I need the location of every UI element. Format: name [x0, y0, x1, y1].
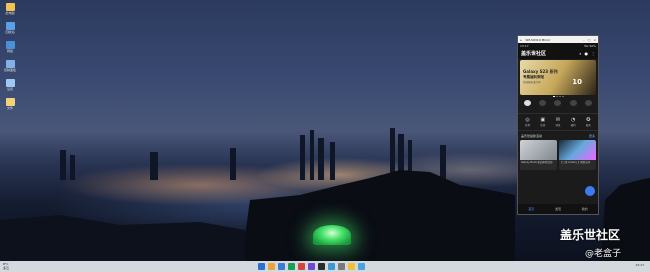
floating-action-button[interactable]: [585, 186, 595, 196]
tab-me[interactable]: 我的: [582, 207, 588, 211]
gift-icon: ◔: [570, 117, 576, 123]
taskbar-app-icon[interactable]: [338, 263, 345, 270]
mail-icon: ✉: [555, 117, 561, 123]
card-list: Galaxy Buds 新品体验活动 【三星 Galaxy 】壁纸分享: [518, 140, 598, 170]
shortcut-item[interactable]: [552, 100, 564, 110]
card-image: [520, 140, 557, 160]
shortcut-item[interactable]: [582, 100, 594, 110]
shortcut-item[interactable]: [522, 100, 534, 110]
minimize-icon[interactable]: –: [583, 38, 585, 42]
taskbar-apps: [258, 263, 365, 270]
search-icon[interactable]: ⌕: [579, 51, 581, 56]
banner-number: 10: [572, 78, 582, 86]
promo-banner[interactable]: Galaxy S23 系列 专属福利来啦 活动报名进行中 10: [520, 60, 596, 95]
camera-icon: ◎: [525, 117, 530, 123]
tab-discover[interactable]: 发现: [555, 207, 561, 211]
shortcut-row: [518, 98, 598, 112]
weather-desc: 多云: [3, 266, 10, 270]
window-titlebar[interactable]: ← SM-S9310 Mirror – □ ×: [518, 36, 598, 43]
grid-item[interactable]: ✉ 消息: [552, 117, 564, 127]
folder-icon: [5, 3, 15, 11]
grid-item[interactable]: ◔ 福利: [567, 117, 579, 127]
maximize-icon[interactable]: □: [588, 38, 591, 42]
desktop-icon[interactable]: 回收站: [2, 22, 18, 34]
app-title: 盖乐世社区: [521, 51, 547, 57]
bell-icon[interactable]: ●: [585, 51, 589, 56]
section-title: 盖乐世最新活动: [521, 134, 543, 138]
watermark-title: 盖乐世社区: [560, 228, 621, 242]
glowing-tent: [313, 225, 351, 245]
taskbar-app-icon[interactable]: [358, 263, 365, 270]
taskbar-app-icon[interactable]: [308, 263, 315, 270]
file-icon: [5, 98, 15, 106]
control-panel-icon: [5, 60, 15, 68]
taskbar-app-icon[interactable]: [328, 263, 335, 270]
weather-widget[interactable]: 8°C 多云: [3, 262, 9, 270]
content-card[interactable]: 【三星 Galaxy 】壁纸分享: [559, 140, 596, 170]
feature-grid: ◎ 签到 ▣ 活动 ✉ 消息 ◔ 福利 ✪ 服务: [518, 115, 598, 129]
more-icon[interactable]: ⋮: [591, 51, 595, 56]
shortcut-item[interactable]: [537, 100, 549, 110]
recycle-bin-icon: [5, 22, 15, 30]
more-link[interactable]: 更多: [589, 134, 595, 138]
tab-home[interactable]: 首页: [528, 207, 534, 211]
desktop-icon[interactable]: 设置: [2, 79, 18, 91]
card-caption: Galaxy Buds 新品体验活动: [521, 161, 553, 164]
card-caption: 【三星 Galaxy 】壁纸分享: [560, 161, 591, 164]
app-header: 盖乐世社区 ⌕ ● ⋮: [518, 48, 598, 59]
watermark-handle: @老盒子: [585, 249, 622, 259]
taskbar-app-icon[interactable]: [298, 263, 305, 270]
service-icon: ✪: [586, 117, 591, 123]
taskbar-app-icon[interactable]: [318, 263, 325, 270]
close-icon[interactable]: ×: [593, 38, 596, 42]
shortcut-item[interactable]: [567, 100, 579, 110]
gallery-icon: ▣: [540, 117, 546, 123]
section-header: 盖乐世最新活动 更多: [518, 132, 598, 140]
taskbar-app-icon[interactable]: [268, 263, 275, 270]
window-title: SM-S9310 Mirror: [525, 37, 551, 42]
desktop-icon[interactable]: 网络: [2, 41, 18, 53]
taskbar-app-icon[interactable]: [348, 263, 355, 270]
card-image: [559, 140, 596, 160]
status-time: 13:17: [520, 43, 529, 48]
grid-item[interactable]: ◎ 签到: [522, 117, 534, 127]
back-arrow-icon[interactable]: ←: [520, 38, 523, 42]
network-icon: [5, 41, 15, 49]
grid-item[interactable]: ✪ 服务: [582, 117, 594, 127]
settings-icon: [5, 79, 15, 87]
taskbar-app-icon[interactable]: [278, 263, 285, 270]
phone-mirror-window[interactable]: ← SM-S9310 Mirror – □ × 13:17 5G 90% 盖乐世…: [517, 35, 599, 215]
taskbar-app-icon[interactable]: [288, 263, 295, 270]
grid-item[interactable]: ▣ 活动: [537, 117, 549, 127]
divider: [518, 113, 598, 114]
start-icon[interactable]: [258, 263, 265, 270]
desktop-icon[interactable]: 控制面板: [2, 60, 18, 72]
carousel-dots: [518, 96, 598, 97]
banner-line3: 活动报名进行中: [523, 81, 541, 84]
windows-taskbar: 8°C 多云 13:17: [0, 261, 650, 272]
desktop-icon[interactable]: 文件: [2, 98, 18, 110]
desktop-icon[interactable]: 此电脑: [2, 3, 18, 15]
system-tray-clock[interactable]: 13:17: [635, 263, 644, 267]
bottom-tab-bar: 首页 发现 我的: [518, 204, 598, 214]
content-card[interactable]: Galaxy Buds 新品体验活动: [520, 140, 557, 170]
status-right: 5G 90%: [584, 43, 596, 48]
divider: [518, 130, 598, 131]
